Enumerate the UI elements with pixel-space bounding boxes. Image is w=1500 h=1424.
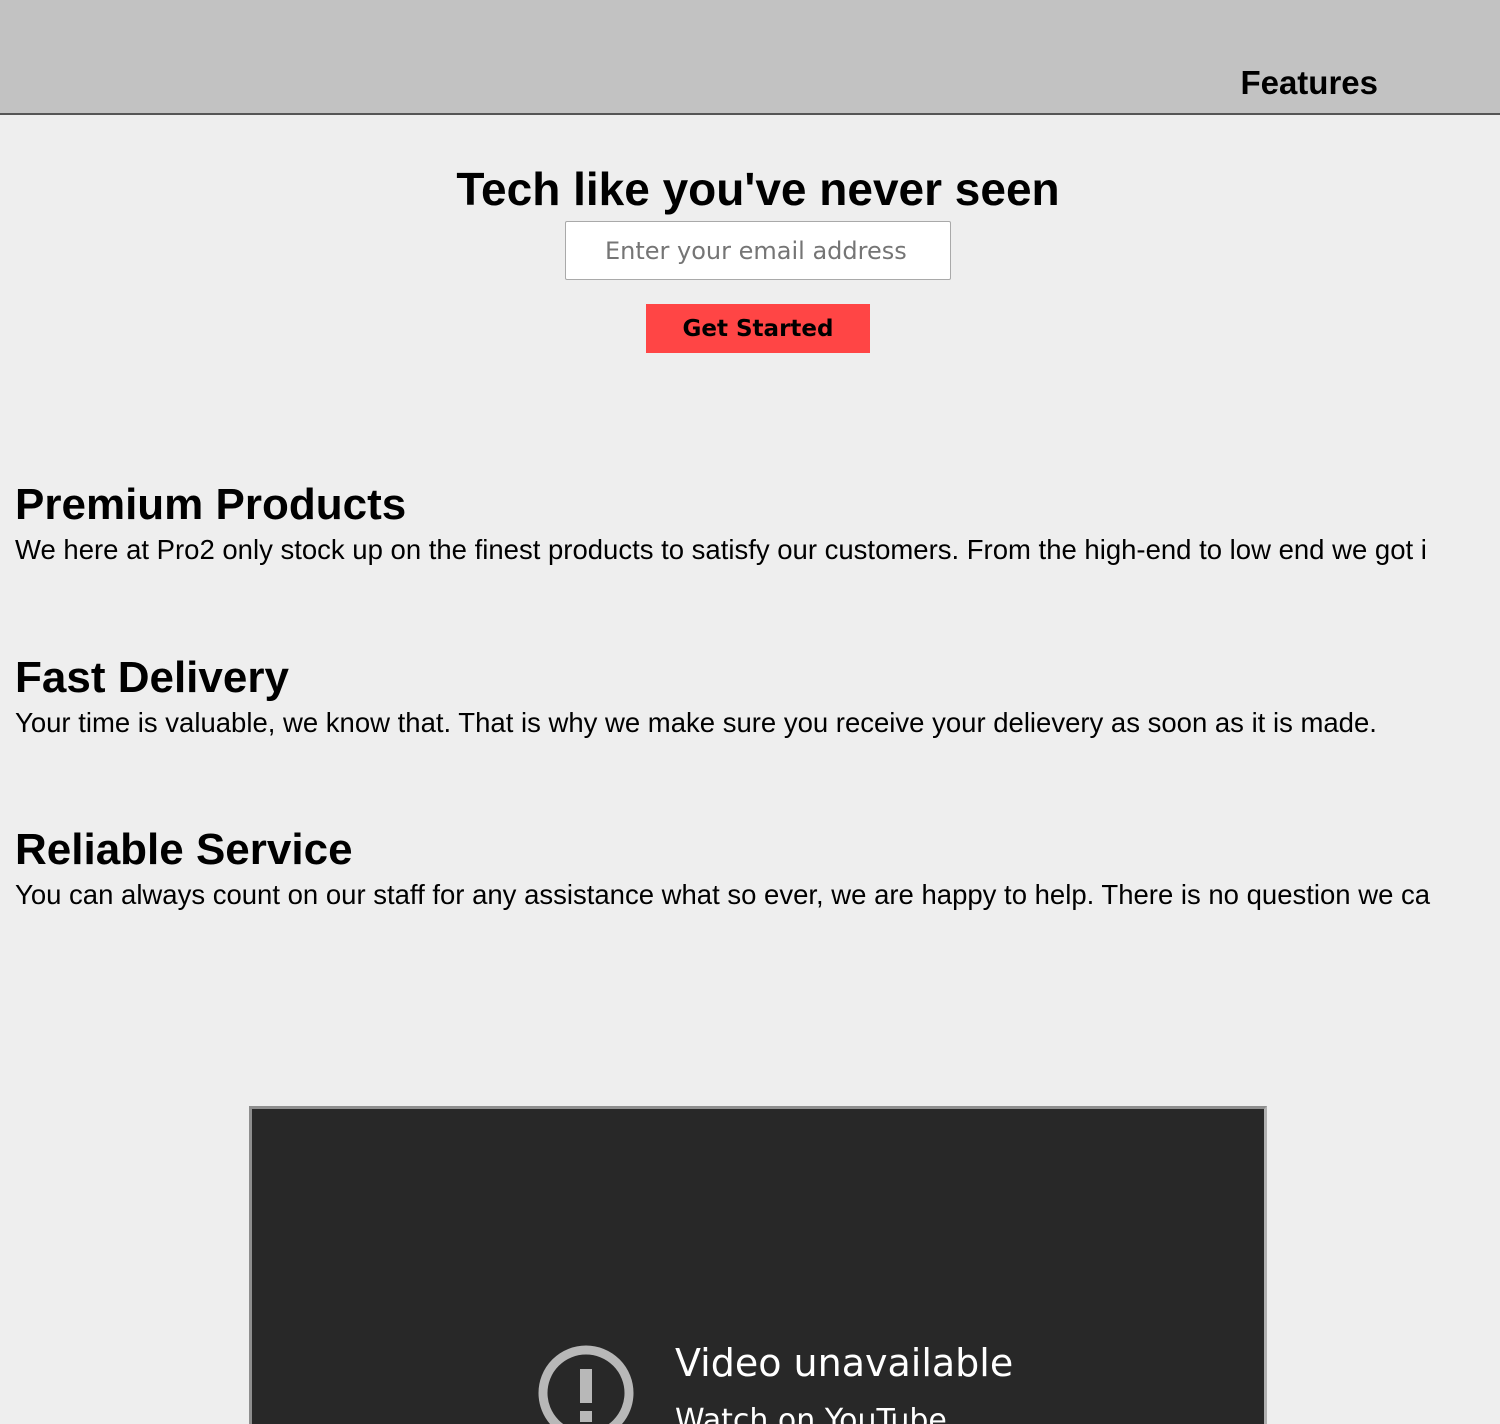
nav-link-features[interactable]: Features [1240,64,1378,102]
feature-title: Reliable Service [15,825,353,874]
hero-title: Tech like you've never seen [456,163,1060,215]
error-circle-icon [538,1345,634,1424]
feature-title: Premium Products [15,480,407,529]
feature-title: Fast Delivery [15,653,289,702]
video-unavailable-title: Video unavailable [675,1341,1014,1385]
get-started-button[interactable]: Get Started [646,304,870,353]
feature-fast-delivery: Fast Delivery Your time is valuable, we … [15,653,1377,743]
feature-text: Your time is valuable, we know that. Tha… [15,707,1377,738]
video-embed[interactable]: Video unavailable Watch on YouTube [249,1106,1267,1424]
feature-text: You can always count on our staff for an… [15,879,1431,910]
feature-text: We here at Pro2 only stock up on the fin… [15,534,1427,565]
page: Features Tech like you've never seen Get… [0,0,1500,1424]
header: Features [0,0,1500,115]
email-input[interactable] [565,221,951,280]
feature-premium-products: Premium Products We here at Pro2 only st… [15,480,1427,570]
watch-on-youtube-link[interactable]: Watch on YouTube [675,1403,947,1424]
feature-reliable-service: Reliable Service You can always count on… [15,825,1430,915]
